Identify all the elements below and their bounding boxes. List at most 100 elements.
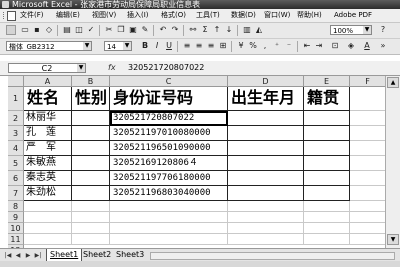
cut-icon[interactable]: ✂ <box>104 25 114 35</box>
empty-cell[interactable] <box>350 126 386 141</box>
italic-button[interactable]: I <box>152 41 162 51</box>
menu-format[interactable]: 格式(O) <box>161 9 186 22</box>
table-cell-native-place[interactable] <box>304 111 350 126</box>
undo-icon[interactable]: ↶ <box>158 25 168 35</box>
table-cell-birth-date[interactable] <box>228 111 304 126</box>
empty-cell[interactable] <box>228 201 304 212</box>
empty-cell[interactable] <box>228 212 304 223</box>
last-sheet-icon[interactable]: ▶| <box>34 251 42 260</box>
empty-cell[interactable] <box>228 234 304 245</box>
hyperlink-icon[interactable]: ⚯ <box>188 25 198 35</box>
align-center-icon[interactable]: ≡ <box>194 41 204 51</box>
sheet-tab-sheet3[interactable]: Sheet3 <box>113 249 147 261</box>
empty-cell[interactable] <box>304 223 350 234</box>
insert-function-icon[interactable]: fx <box>108 63 116 73</box>
row-header-7[interactable]: 7 <box>8 186 24 201</box>
excel-app-icon[interactable] <box>2 1 9 8</box>
merge-center-icon[interactable]: ⊞ <box>218 41 228 51</box>
comma-style-icon[interactable]: , <box>260 41 270 51</box>
print-icon[interactable]: ▤ <box>62 25 72 35</box>
format-painter-icon[interactable]: ✎ <box>140 25 150 35</box>
chart-wizard-icon[interactable]: ▥ <box>242 25 252 35</box>
sort-ascending-icon[interactable]: ↑ <box>212 25 222 35</box>
row-header-6[interactable]: 6 <box>8 171 24 186</box>
decrease-indent-icon[interactable]: ⇤ <box>302 41 312 51</box>
zoom-select[interactable]: 100% ▼ <box>330 25 372 35</box>
table-cell-gender[interactable] <box>72 141 110 156</box>
menu-edit[interactable]: 编辑(E) <box>56 9 80 22</box>
underline-button[interactable]: U <box>164 41 174 51</box>
column-header-f[interactable]: F <box>350 76 386 87</box>
empty-cell[interactable] <box>72 234 110 245</box>
menu-insert[interactable]: 插入(I) <box>127 9 149 22</box>
table-cell-id[interactable]: 32052169120806４ <box>110 156 228 171</box>
save-icon[interactable]: ▪ <box>32 25 42 35</box>
row-header-1[interactable]: 1 <box>8 87 24 111</box>
table-cell-id[interactable]: 320521197706180000 <box>110 171 228 186</box>
table-cell-id-active[interactable]: 320521720807022 <box>110 111 228 126</box>
table-cell-native-place[interactable] <box>304 126 350 141</box>
empty-cell[interactable] <box>304 201 350 212</box>
name-box[interactable]: C2 ▼ <box>8 63 86 73</box>
menu-grip-icon[interactable] <box>3 12 6 19</box>
toolbar-options-icon[interactable]: » <box>378 41 388 51</box>
empty-cell[interactable] <box>24 234 72 245</box>
permission-icon[interactable]: ◇ <box>44 25 54 35</box>
table-cell-id[interactable]: 320521196803040000 <box>110 186 228 201</box>
table-cell-name[interactable]: 朱敏燕 <box>24 156 72 171</box>
menu-file[interactable]: 文件(F) <box>20 9 44 22</box>
redo-icon[interactable]: ↷ <box>170 25 180 35</box>
table-cell-birth-date[interactable] <box>228 141 304 156</box>
row-header-10[interactable]: 10 <box>8 223 24 234</box>
formula-input[interactable]: 320521720807022 <box>128 63 204 73</box>
next-sheet-icon[interactable]: ▶ <box>24 251 32 260</box>
header-cell-name[interactable]: 姓名 <box>24 87 72 111</box>
increase-decimal-icon[interactable]: ⁺ <box>272 41 282 51</box>
empty-cell[interactable] <box>72 223 110 234</box>
sheet-tab-sheet2[interactable]: Sheet2 <box>80 249 114 261</box>
column-header-b[interactable]: B <box>72 76 110 87</box>
bold-button[interactable]: B <box>140 41 150 51</box>
empty-cell[interactable] <box>350 87 386 111</box>
table-cell-birth-date[interactable] <box>228 156 304 171</box>
fill-color-icon[interactable]: ◈ <box>346 41 356 51</box>
table-cell-gender[interactable] <box>72 171 110 186</box>
header-cell-gender[interactable]: 性别 <box>72 87 110 111</box>
table-cell-name[interactable]: 秦志英 <box>24 171 72 186</box>
currency-icon[interactable]: ¥ <box>236 41 246 51</box>
chevron-down-icon[interactable]: ▼ <box>77 64 85 72</box>
header-cell-native-place[interactable]: 籍贯 <box>304 87 350 111</box>
decrease-decimal-icon[interactable]: ⁻ <box>284 41 294 51</box>
empty-cell[interactable] <box>24 201 72 212</box>
empty-cell[interactable] <box>350 141 386 156</box>
empty-cell[interactable] <box>110 234 228 245</box>
row-header-3[interactable]: 3 <box>8 126 24 141</box>
scroll-down-icon[interactable]: ▼ <box>387 234 399 245</box>
table-cell-native-place[interactable] <box>304 141 350 156</box>
table-cell-name[interactable]: 孔 莲 <box>24 126 72 141</box>
menu-adobe-pdf[interactable]: Adobe PDF <box>334 9 372 22</box>
empty-cell[interactable] <box>350 156 386 171</box>
empty-cell[interactable] <box>24 223 72 234</box>
empty-cell[interactable] <box>72 201 110 212</box>
chevron-down-icon[interactable]: ▼ <box>83 42 91 50</box>
column-header-d[interactable]: D <box>228 76 304 87</box>
row-header-2[interactable]: 2 <box>8 111 24 126</box>
table-cell-birth-date[interactable] <box>228 171 304 186</box>
menu-tools[interactable]: 工具(T) <box>196 9 220 22</box>
empty-cell[interactable] <box>110 212 228 223</box>
table-cell-birth-date[interactable] <box>228 186 304 201</box>
spelling-icon[interactable]: ✓ <box>86 25 96 35</box>
workbook-icon[interactable] <box>7 11 16 21</box>
column-header-a[interactable]: A <box>24 76 72 87</box>
menu-window[interactable]: 窗口(W) <box>264 9 290 22</box>
table-cell-name[interactable]: 朱劲松 <box>24 186 72 201</box>
table-cell-id[interactable]: 320521196501090000 <box>110 141 228 156</box>
table-cell-native-place[interactable] <box>304 171 350 186</box>
help-icon[interactable]: ? <box>378 25 388 35</box>
empty-cell[interactable] <box>350 212 386 223</box>
empty-cell[interactable] <box>228 223 304 234</box>
row-header-8[interactable]: 8 <box>8 201 24 212</box>
table-cell-gender[interactable] <box>72 156 110 171</box>
horizontal-scrollbar[interactable] <box>150 252 395 260</box>
